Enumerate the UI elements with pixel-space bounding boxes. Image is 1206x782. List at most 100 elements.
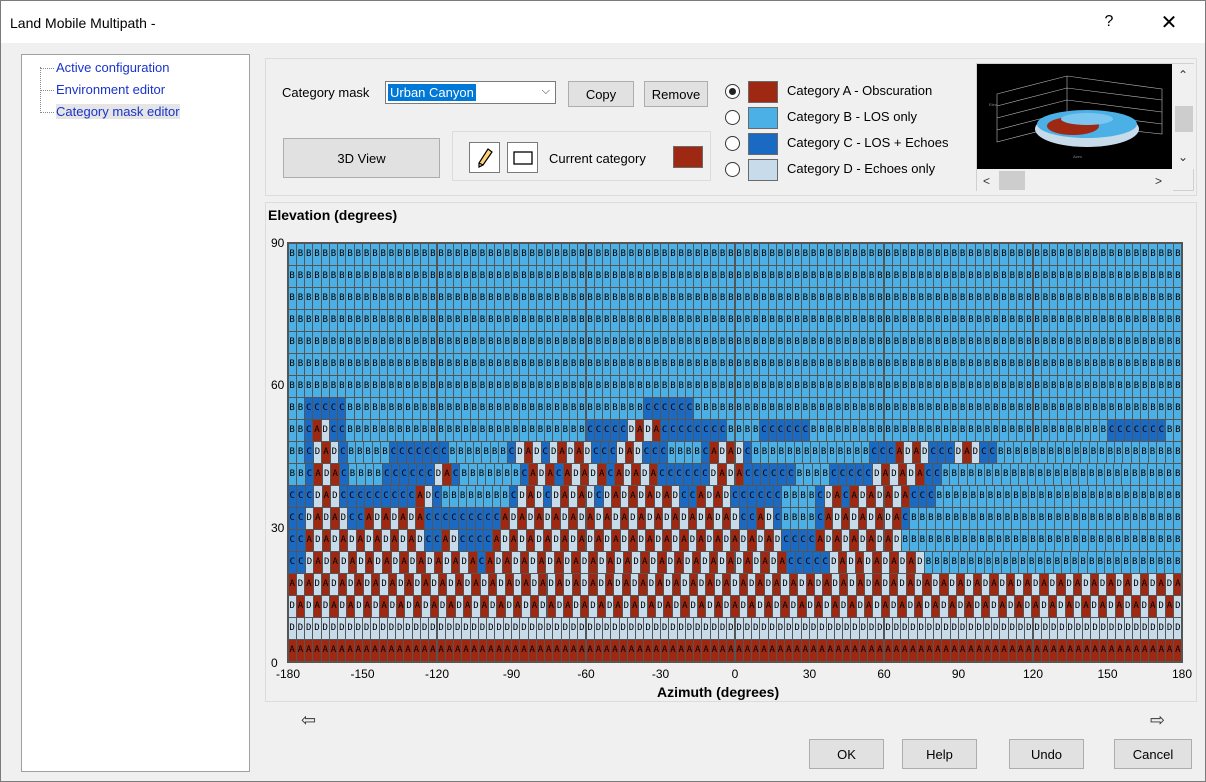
mask-cell[interactable]: D [1107, 596, 1115, 618]
preview-vertical-scrollbar[interactable]: ⌃ ⌄ [1174, 64, 1194, 169]
mask-cell[interactable]: D [680, 508, 688, 530]
mask-cell[interactable]: B [1020, 530, 1029, 552]
mask-cell[interactable]: B [454, 287, 462, 309]
mask-cell[interactable]: D [1124, 596, 1132, 618]
mask-cell[interactable]: B [644, 309, 652, 331]
mask-cell[interactable]: B [876, 375, 884, 397]
mask-cell[interactable]: B [1079, 552, 1087, 574]
mask-cell[interactable]: A [331, 464, 340, 486]
mask-cell[interactable]: B [512, 265, 520, 287]
mask-cell[interactable]: B [752, 397, 760, 419]
mask-cell[interactable]: B [329, 309, 338, 331]
mask-cell[interactable]: D [501, 530, 509, 552]
mask-cell[interactable]: C [768, 419, 776, 441]
mask-cell[interactable]: B [1173, 486, 1182, 508]
mask-cell[interactable]: D [726, 464, 735, 486]
mask-cell[interactable]: B [735, 375, 743, 397]
mask-cell[interactable]: B [851, 397, 859, 419]
mask-cell[interactable]: D [535, 486, 543, 508]
mask-cell[interactable]: B [867, 353, 876, 375]
mask-cell[interactable]: B [1019, 464, 1027, 486]
mask-cell[interactable]: A [363, 596, 372, 618]
mask-cell[interactable]: A [356, 530, 365, 552]
mask-cell[interactable]: B [952, 530, 961, 552]
mask-cell[interactable]: A [524, 441, 533, 464]
mask-cell[interactable]: B [828, 441, 836, 464]
mask-cell[interactable]: B [1010, 464, 1019, 486]
mask-cell[interactable]: A [652, 419, 660, 441]
mask-cell[interactable]: B [710, 309, 718, 331]
mask-cell[interactable]: B [495, 353, 503, 375]
mask-cell[interactable]: B [1066, 353, 1074, 375]
mask-cell[interactable]: D [560, 508, 569, 530]
mask-cell[interactable]: A [314, 552, 322, 574]
mask-cell[interactable]: B [743, 309, 752, 331]
mask-cell[interactable]: D [876, 618, 884, 640]
mask-cell[interactable]: B [1157, 309, 1165, 331]
mask-cell[interactable]: B [1174, 397, 1182, 419]
mask-cell[interactable]: D [765, 508, 773, 530]
mask-cell[interactable]: B [420, 287, 429, 309]
mask-cell[interactable]: D [1157, 596, 1165, 618]
mask-cell[interactable]: C [918, 486, 927, 508]
mask-cell[interactable]: B [884, 265, 892, 287]
mask-cell[interactable]: D [561, 618, 569, 640]
mask-cell[interactable]: B [735, 419, 743, 441]
mask-cell[interactable]: B [851, 265, 859, 287]
mask-cell[interactable]: B [445, 397, 454, 419]
mask-cell[interactable]: B [967, 243, 975, 265]
mask-cell[interactable]: B [782, 486, 790, 508]
mask-cell[interactable]: B [1027, 552, 1036, 574]
mask-cell[interactable]: B [1008, 375, 1016, 397]
mask-cell[interactable]: A [526, 486, 535, 508]
close-icon[interactable]: ✕ [1147, 7, 1191, 37]
mask-cell[interactable]: D [884, 618, 892, 640]
mask-cell[interactable]: D [697, 574, 706, 596]
mask-cell[interactable]: B [404, 265, 412, 287]
mask-cell[interactable]: B [387, 419, 396, 441]
mask-cell[interactable]: D [714, 574, 722, 596]
mask-cell[interactable]: B [909, 375, 917, 397]
mask-cell[interactable]: B [834, 331, 843, 353]
mask-cell[interactable]: D [629, 508, 637, 530]
mask-cell[interactable]: B [777, 441, 786, 464]
mask-cell[interactable]: B [437, 265, 445, 287]
mask-cell[interactable]: D [566, 441, 575, 464]
mask-cell[interactable]: B [288, 375, 296, 397]
mask-cell[interactable]: B [1124, 265, 1132, 287]
mask-cell[interactable]: A [1000, 640, 1008, 662]
mask-cell[interactable]: B [1074, 265, 1083, 287]
mask-cell[interactable]: B [313, 287, 321, 309]
mask-cell[interactable]: B [644, 265, 652, 287]
mask-cell[interactable]: B [387, 397, 396, 419]
mask-cell[interactable]: B [512, 287, 520, 309]
mask-cell[interactable]: B [967, 287, 975, 309]
mask-cell[interactable]: B [944, 486, 952, 508]
mask-cell[interactable]: B [1091, 243, 1099, 265]
mask-cell[interactable]: B [404, 287, 412, 309]
mask-cell[interactable]: D [739, 596, 748, 618]
mask-cell[interactable]: A [983, 640, 992, 662]
mask-cell[interactable]: B [611, 243, 619, 265]
mask-cell[interactable]: D [1023, 596, 1032, 618]
mask-cell[interactable]: B [862, 441, 870, 464]
mask-cell[interactable]: B [462, 331, 470, 353]
mask-cell[interactable]: B [901, 353, 909, 375]
mask-cell[interactable]: B [934, 265, 942, 287]
mask-cell[interactable]: A [652, 640, 660, 662]
mask-cell[interactable]: A [412, 640, 420, 662]
mask-cell[interactable]: A [694, 640, 702, 662]
mask-cell[interactable]: B [478, 331, 487, 353]
mask-cell[interactable]: B [1141, 265, 1149, 287]
mask-cell[interactable]: B [735, 331, 743, 353]
mask-cell[interactable]: C [407, 486, 416, 508]
mask-cell[interactable]: D [340, 552, 348, 574]
mask-cell[interactable]: B [933, 552, 941, 574]
mask-cell[interactable]: D [622, 596, 631, 618]
mask-cell[interactable]: B [429, 309, 437, 331]
mask-cell[interactable]: B [1044, 464, 1053, 486]
mask-cell[interactable]: B [329, 331, 338, 353]
mask-cell[interactable]: A [396, 640, 404, 662]
mask-cell[interactable]: A [1157, 640, 1165, 662]
mask-cell[interactable]: A [580, 596, 589, 618]
